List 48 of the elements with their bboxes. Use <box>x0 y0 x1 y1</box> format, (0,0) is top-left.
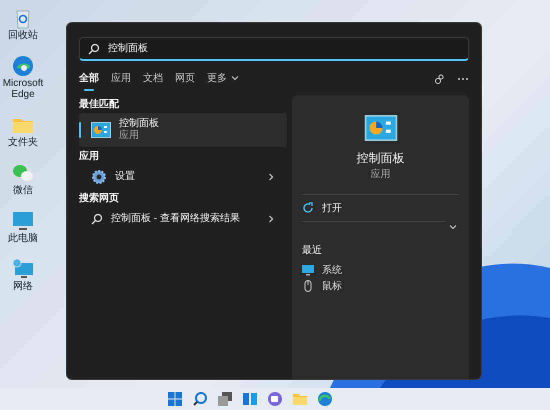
expand-icon[interactable] <box>449 223 457 231</box>
desktop-icon-label[interactable]: 回收站 <box>0 30 46 41</box>
filter-tab[interactable]: 网页 <box>175 70 195 88</box>
recent-item[interactable]: 鼠标 <box>302 278 459 294</box>
recent-item[interactable]: 系统 <box>302 262 459 278</box>
start-icon[interactable] <box>167 391 183 407</box>
filter-tab[interactable]: 文档 <box>143 70 163 88</box>
filter-tab[interactable]: 更多 <box>207 70 239 88</box>
desktop-icon-label[interactable]: 文件夹 <box>0 137 46 148</box>
recent-heading: 最近 <box>302 244 323 258</box>
network-monitor-icon <box>11 257 35 281</box>
video-chat-icon[interactable] <box>267 391 283 407</box>
result-item[interactable]: 控制面板 应用 <box>79 113 287 147</box>
search-icon[interactable] <box>192 391 208 407</box>
open-icon <box>302 202 314 214</box>
filter-tab[interactable]: 全部 <box>79 70 99 88</box>
desktop-icon-label[interactable]: 此电脑 <box>0 233 46 244</box>
control-panel-icon <box>91 122 111 138</box>
preview-subtitle: 应用 <box>370 168 390 182</box>
more-icon[interactable] <box>457 77 469 81</box>
widgets-icon[interactable] <box>242 391 258 407</box>
search-value: 控制面板 <box>108 42 148 56</box>
mouse-icon <box>302 280 314 292</box>
result-title: 设置 <box>115 171 135 183</box>
desktop-icon-label[interactable]: 微信 <box>0 185 46 196</box>
result-item[interactable]: 设置 <box>79 165 287 189</box>
search-icon <box>91 213 103 225</box>
desktop-icon-label[interactable]: Microsoft Edge <box>0 78 46 100</box>
preview-title: 控制面板 <box>356 150 404 167</box>
browser-icon <box>11 54 35 78</box>
section-heading: 搜索网页 <box>79 192 120 206</box>
task-view-icon[interactable] <box>217 391 233 407</box>
browser-icon[interactable] <box>317 391 333 407</box>
filter-tab[interactable]: 应用 <box>111 70 131 88</box>
gear-icon <box>91 169 107 185</box>
monitor-icon <box>11 209 35 233</box>
result-title: 控制面板 <box>119 118 159 130</box>
open-action[interactable]: 打开 <box>302 195 459 221</box>
result-item[interactable]: 控制面板 - 查看网络搜索结果 <box>79 207 287 231</box>
desktop-icon-label[interactable]: 网络 <box>0 281 46 292</box>
result-subtitle: 应用 <box>119 130 140 142</box>
search-icon <box>88 42 100 54</box>
control-panel-icon <box>362 115 398 141</box>
monitor-icon <box>302 264 314 276</box>
result-title: 控制面板 - 查看网络搜索结果 <box>111 213 240 225</box>
search-field[interactable]: 控制面板 <box>79 37 469 61</box>
section-heading: 应用 <box>79 149 100 164</box>
section-heading: 最佳匹配 <box>79 98 120 112</box>
